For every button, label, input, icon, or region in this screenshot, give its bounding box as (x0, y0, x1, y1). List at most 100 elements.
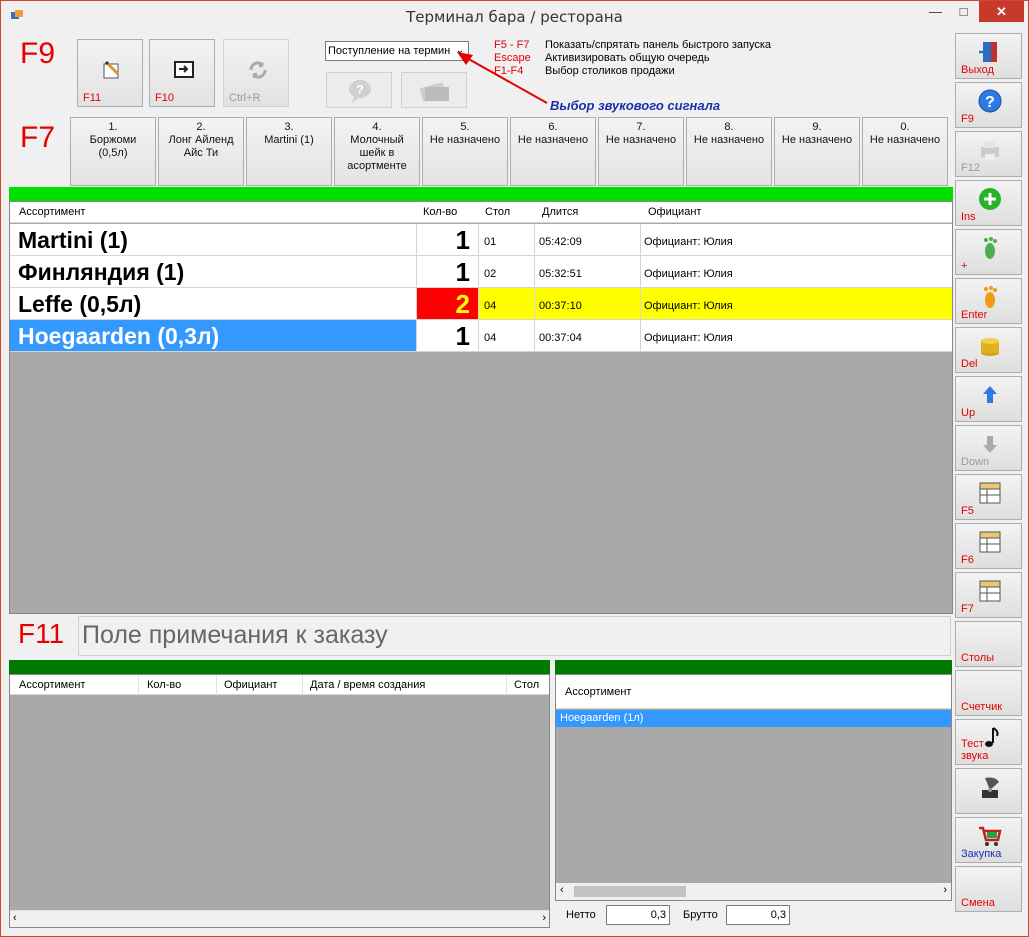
history-scrollbar[interactable]: ‹ › (10, 910, 549, 927)
status-bar-green (9, 187, 953, 201)
sidebar-label: F5 (961, 505, 974, 517)
sidebar-button-9[interactable]: Down (955, 425, 1022, 471)
shopping-cart-icon (979, 826, 1002, 846)
order-row[interactable]: Hoegaarden (0,3л) 1 04 00:37:04 Официант: Юл… (10, 320, 952, 352)
exit-door-icon (979, 42, 997, 62)
refresh-icon (249, 61, 267, 79)
gramophone-icon (982, 777, 999, 798)
sidebar-button-5[interactable]: + (955, 229, 1022, 275)
maximize-button[interactable]: □ (950, 1, 977, 22)
stock-col-name[interactable]: Ассортимент (565, 686, 631, 698)
quick-launch-button-2[interactable]: 2. Лонг Айленд Айс Ти (158, 117, 244, 186)
sidebar-button-16[interactable] (955, 768, 1022, 814)
annotation-arrow (457, 52, 548, 104)
stock-header-bar (555, 660, 952, 674)
quick-launch-button-4[interactable]: 4. Молочный шейк в асортменте (334, 117, 420, 186)
quick-launch-button-9[interactable]: 9. Не назначено (774, 117, 860, 186)
brutto-field[interactable]: 0,3 (726, 905, 790, 925)
order-row[interactable]: Финляндия (1) 1 02 05:32:51 Официант: Юлия (10, 256, 952, 288)
sidebar-label: + (961, 260, 968, 272)
quick-launch-button-3[interactable]: 3. Martini (1) (246, 117, 332, 186)
sidebar-button-6[interactable]: Enter (955, 278, 1022, 324)
sidebar-button-8[interactable]: Up (955, 376, 1022, 422)
sidebar-button-11[interactable]: F6 (955, 523, 1022, 569)
sidebar-button-3[interactable]: F12 (955, 131, 1022, 177)
money-icon (419, 82, 449, 102)
sidebar-label: F6 (961, 554, 974, 566)
order-duration: 00:37:04 (534, 320, 640, 351)
sound-select-value: Поступление на термин (328, 45, 451, 57)
sidebar-label: Ins (961, 211, 976, 223)
minimize-button[interactable]: — (921, 1, 950, 22)
stock-scrollbar[interactable]: ‹ › (556, 883, 951, 900)
history-col-created[interactable]: Дата / время создания (310, 679, 425, 691)
sidebar-button-17[interactable]: Закупка (955, 817, 1022, 863)
table-icon (979, 580, 1001, 602)
sidebar-button-13[interactable]: Столы (955, 621, 1022, 667)
sidebar-label: Тест звука (961, 738, 989, 762)
col-waiter[interactable]: Официант (648, 206, 701, 218)
sidebar-label: Столы (961, 652, 995, 664)
table-icon (979, 482, 1001, 504)
quick-launch-button-8[interactable]: 8. Не назначено (686, 117, 772, 186)
col-duration[interactable]: Длится (542, 206, 578, 218)
col-table[interactable]: Стол (485, 206, 510, 218)
scroll-left-icon[interactable]: ‹ (560, 884, 564, 896)
history-col-waiter[interactable]: Официант (224, 679, 277, 691)
sidebar-button-12[interactable]: F7 (955, 572, 1022, 618)
table-icon (979, 531, 1001, 553)
history-col-name[interactable]: Ассортимент (19, 679, 85, 691)
netto-field[interactable]: 0,3 (606, 905, 670, 925)
close-button[interactable]: ✕ (979, 1, 1024, 22)
sidebar-label: Счетчик (961, 701, 1003, 713)
sidebar-button-15[interactable]: Тест звука (955, 719, 1022, 765)
order-waiter: Официант: Юлия (640, 320, 952, 351)
history-col-qty[interactable]: Кол-во (147, 679, 181, 691)
sidebar-button-18[interactable]: Смена (955, 866, 1022, 912)
sound-help-button[interactable]: ? (326, 72, 392, 108)
enter-button[interactable]: F10 (149, 39, 215, 107)
scroll-right-icon[interactable]: › (943, 884, 947, 896)
orders-grid[interactable]: Ассортимент Кол-во Стол Длится Официант … (9, 201, 953, 614)
history-grid[interactable]: Ассортимент Кол-во Официант Дата / время… (9, 674, 550, 928)
sound-select[interactable]: Поступление на термин ⌄ (325, 41, 469, 61)
sidebar-button-10[interactable]: F5 (955, 474, 1022, 520)
quick-launch-button-5[interactable]: 5. Не назначено (422, 117, 508, 186)
order-row[interactable]: Martini (1) 1 01 05:42:09 Официант: Юлия (10, 224, 952, 256)
sidebar-button-2[interactable]: ? F9 (955, 82, 1022, 128)
refresh-button[interactable]: Ctrl+R (223, 39, 289, 107)
history-col-table[interactable]: Стол (514, 679, 539, 691)
sidebar-button-7[interactable]: Del (955, 327, 1022, 373)
speech-bubble-question-icon: ? (349, 80, 371, 103)
quick-launch-button-7[interactable]: 7. Не назначено (598, 117, 684, 186)
quick-launch-button-1[interactable]: 1. Боржоми (0,5л) (70, 117, 156, 186)
sidebar-button-4[interactable]: Ins (955, 180, 1022, 226)
add-icon (979, 188, 1001, 210)
order-note-field[interactable]: Поле примечания к заказу (78, 616, 951, 656)
brutto-label: Брутто (683, 909, 718, 921)
edit-order-button[interactable]: F11 (77, 39, 143, 107)
col-name[interactable]: Ассортимент (19, 206, 85, 218)
col-qty[interactable]: Кол-во (423, 206, 457, 218)
quick-launch-button-10[interactable]: 0. Не назначено (862, 117, 948, 186)
order-name: Финляндия (1) (18, 259, 185, 285)
order-table: 04 (478, 320, 534, 351)
stock-grid[interactable]: Ассортимент Hoegaarden (1л) ‹ › (555, 674, 952, 901)
printer-icon (981, 141, 999, 160)
sidebar-button-14[interactable]: Счетчик (955, 670, 1022, 716)
order-waiter: Официант: Юлия (640, 256, 952, 287)
sidebar-label: Закупка (961, 848, 1002, 860)
history-header-bar (9, 660, 550, 674)
f7-label: F7 (20, 121, 56, 154)
stock-row-selected[interactable]: Hoegaarden (1л) (556, 710, 951, 727)
order-row[interactable]: Leffe (0,5л) 2 04 00:37:10 Официант: Юлия (10, 288, 952, 320)
footprint-green-icon (984, 237, 997, 259)
sidebar-button-1[interactable]: Выход (955, 33, 1022, 79)
scroll-thumb[interactable] (574, 886, 686, 897)
scroll-right-icon[interactable]: › (542, 912, 546, 924)
hint-desc-2: Активизировать общую очередь (545, 52, 710, 64)
order-qty: 2 (416, 288, 478, 319)
quick-launch-button-6[interactable]: 6. Не назначено (510, 117, 596, 186)
sidebar-label: Enter (961, 309, 988, 321)
scroll-left-icon[interactable]: ‹ (13, 912, 17, 924)
